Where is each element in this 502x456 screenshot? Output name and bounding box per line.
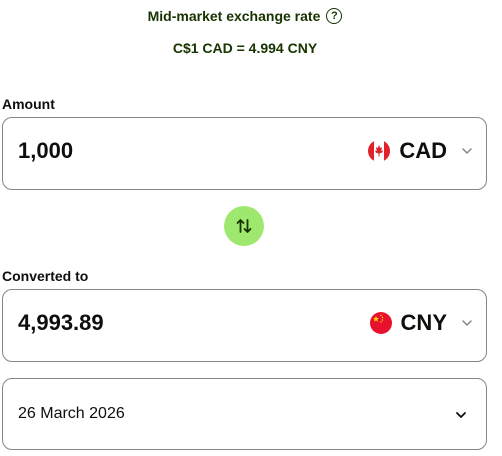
date-selector[interactable]: 26 March 2026 xyxy=(2,378,487,450)
target-currency-code: CNY xyxy=(400,310,447,335)
chevron-down-icon xyxy=(456,412,466,418)
target-currency-selector[interactable]: CNY xyxy=(369,310,473,336)
date-value: 26 March 2026 xyxy=(18,405,125,422)
canada-flag-icon xyxy=(368,140,391,162)
chevron-down-icon xyxy=(462,148,472,154)
amount-field[interactable]: 1,000 CAD xyxy=(2,117,487,190)
converted-label: Converted to xyxy=(2,268,89,284)
help-icon[interactable]: ? xyxy=(326,8,343,25)
china-flag-icon xyxy=(369,312,392,334)
rate-heading: Mid-market exchange rate? xyxy=(0,8,490,25)
source-currency-selector[interactable]: CAD xyxy=(368,138,473,164)
chevron-down-icon xyxy=(462,320,472,326)
swap-currencies-button[interactable] xyxy=(224,206,264,246)
converted-amount[interactable]: 4,993.89 xyxy=(18,310,104,336)
swap-arrows-icon xyxy=(236,219,252,233)
rate-value: C$1 CAD = 4.994 CNY xyxy=(172,40,318,56)
converted-field[interactable]: 4,993.89 CNY xyxy=(2,289,487,362)
amount-label: Amount xyxy=(2,96,55,112)
rate-label: Mid-market exchange rate xyxy=(147,8,321,24)
source-currency-code: CAD xyxy=(399,138,447,163)
amount-input[interactable]: 1,000 xyxy=(18,138,73,164)
